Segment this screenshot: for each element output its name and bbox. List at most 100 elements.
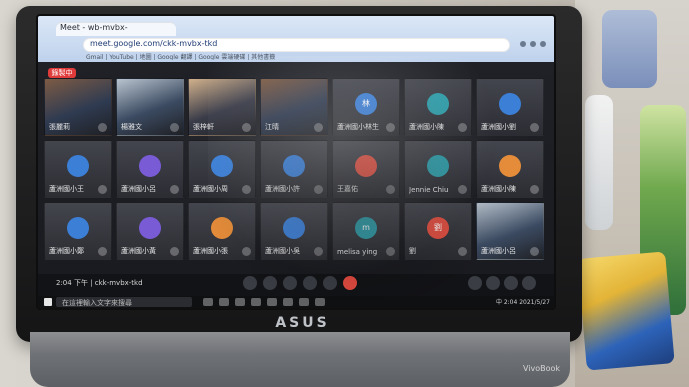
info-icon[interactable] [468,276,482,290]
participant-name: 劉 [409,247,416,255]
participant-name: 張麗莉 [49,123,70,131]
participant-name: 蘆洲國小周 [193,185,228,193]
participant-tile[interactable]: 蘆洲國小許 [260,140,328,198]
participant-tile[interactable]: 楊雅文 [116,78,184,136]
participant-tile[interactable]: Jennie Chiu [404,140,472,198]
mic-icon [314,185,323,194]
participant-tile[interactable]: 張麗莉 [44,78,112,136]
mic-icon[interactable] [243,276,257,290]
participant-tile[interactable]: 蘆洲國小陳 [404,78,472,136]
mic-icon [458,123,467,132]
participant-avatar: m [355,217,377,240]
excel-icon[interactable] [315,298,325,306]
participant-name: 楊雅文 [121,123,142,131]
mic-icon [386,123,395,132]
participant-tile[interactable]: m melisa ying [332,202,400,260]
participant-avatar [139,217,161,240]
chat-icon[interactable] [504,276,518,290]
participant-avatar: 林 [355,93,377,116]
participant-tile[interactable]: 蘆洲國小呂 [476,202,544,260]
edge-icon[interactable] [219,298,229,306]
participant-tile[interactable]: 林蘆洲國小林生 [332,78,400,136]
participant-avatar [283,155,305,178]
task-view-icon[interactable] [203,298,213,306]
participant-avatar [67,217,89,240]
participant-name: 蘆洲國小呂 [481,247,516,255]
mic-icon [98,247,107,256]
chrome-icon[interactable] [267,298,277,306]
mic-icon [242,247,251,256]
laptop-model: VivoBook [522,364,560,373]
mic-icon [386,185,395,194]
camera-icon[interactable] [263,276,277,290]
captions-icon[interactable] [283,276,297,290]
participant-avatar [499,93,521,116]
participant-tile[interactable]: 張梓軒 [188,78,256,136]
more-icon[interactable] [323,276,337,290]
mic-icon [314,123,323,132]
taskbar-app-icons[interactable] [203,298,433,307]
participant-name: 蘆洲國小陳 [409,123,444,131]
mic-icon [242,185,251,194]
participant-tile[interactable]: 蘆洲國小周 [188,140,256,198]
participant-avatar [427,93,449,116]
participant-tile[interactable]: 蘆洲國小黃 [116,202,184,260]
participant-avatar [499,155,521,178]
browser-controls[interactable] [520,38,550,50]
mic-icon [170,247,179,256]
participant-name: 張梓軒 [193,123,214,131]
laptop-base [30,332,570,387]
bookmarks-bar[interactable]: Gmail | YouTube | 地圖 | Google 翻譯 | Googl… [86,52,548,60]
participant-tile[interactable]: 蘆洲國小張 [188,202,256,260]
participant-tile[interactable]: 蘆洲國小王 [44,140,112,198]
participant-avatar [427,155,449,178]
extensions-icon[interactable] [540,41,546,47]
hangup-button[interactable] [343,276,357,290]
participant-name: 江晴 [265,123,279,131]
profile-icon[interactable] [530,41,536,47]
participant-name: 蘆洲國小鄭 [49,247,84,255]
snack-bag [577,251,675,371]
taskbar-search-placeholder: 在這裡輸入文字來搜尋 [62,299,132,307]
file-explorer-icon[interactable] [235,298,245,306]
blue-container [602,10,657,88]
word-icon[interactable] [283,298,293,306]
people-icon[interactable] [486,276,500,290]
mic-icon [530,123,539,132]
participant-avatar [67,155,89,178]
mic-icon [170,123,179,132]
participant-avatar [211,155,233,178]
participant-tile[interactable]: 蘆洲國小劉 [476,78,544,136]
mic-icon [242,123,251,132]
mic-icon [170,185,179,194]
powerpoint-icon[interactable] [299,298,309,306]
participant-name: 蘆洲國小王 [49,185,84,193]
participant-tile[interactable]: 蘆洲國小吳 [260,202,328,260]
participant-name: 蘆洲國小陳 [481,185,516,193]
participant-avatar: 劉 [427,217,449,240]
mic-icon [458,247,467,256]
participant-tile[interactable]: 蘆洲國小陳 [476,140,544,198]
recording-badge: 錄製中 [48,68,76,78]
activities-icon[interactable] [522,276,536,290]
system-tray[interactable]: 中 2:04 2021/5/27 [448,297,550,307]
participant-name: melisa ying [337,248,378,256]
windows-start-icon[interactable] [44,298,52,306]
participant-name: Jennie Chiu [409,186,449,194]
meeting-clock: 2:04 下午 | ckk-mvbx-tkd [56,279,143,287]
mic-icon [530,185,539,194]
participant-tile[interactable]: 蘆洲國小呂 [116,140,184,198]
participant-tile[interactable]: 劉劉 [404,202,472,260]
participant-tile[interactable]: 蘆洲國小鄭 [44,202,112,260]
store-icon[interactable] [251,298,261,306]
participant-avatar [283,217,305,240]
menu-icon[interactable] [520,41,526,47]
address-text: meet.google.com/ckk-mvbx-tkd [90,39,218,48]
participant-tile[interactable]: 王嘉佑 [332,140,400,198]
present-icon[interactable] [303,276,317,290]
participant-name: 蘆洲國小劉 [481,123,516,131]
participant-tile[interactable]: 江晴 [260,78,328,136]
mic-icon [530,247,539,256]
mic-icon [98,185,107,194]
mic-icon [98,123,107,132]
